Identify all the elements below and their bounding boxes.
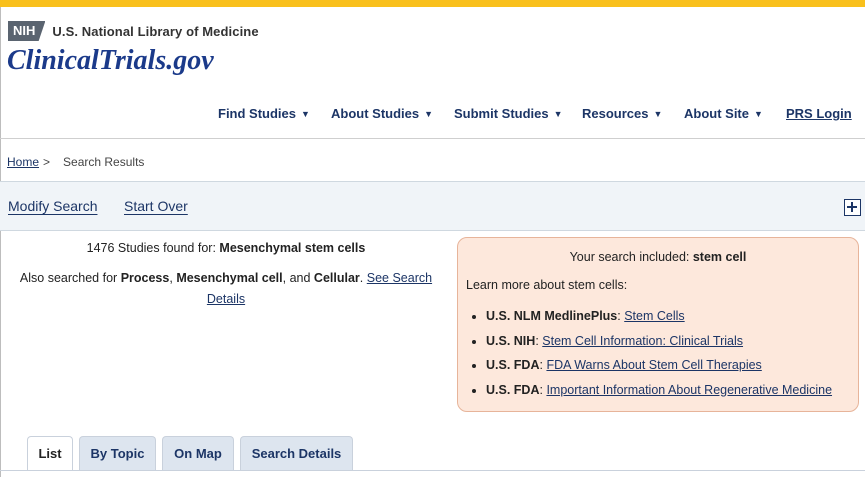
nav-label: Resources (582, 106, 649, 121)
nih-badge: NIH (8, 21, 46, 41)
search-query: Mesenchymal stem cells (219, 241, 366, 255)
list-item: U.S. NIH: Stem Cell Information: Clinica… (486, 333, 832, 350)
results-summary: 1476 Studies found for: Mesenchymal stem… (8, 238, 444, 310)
fda-regenerative-medicine-link[interactable]: Important Information About Regenerative… (546, 383, 832, 397)
also-term-process: Process (120, 271, 170, 285)
nav-find-studies[interactable]: Find Studies ▼ (218, 106, 310, 121)
resource-source: U.S. NIH (486, 333, 536, 348)
resource-list: U.S. NLM MedlinePlus: Stem Cells U.S. NI… (470, 308, 832, 406)
search-action-bar: Modify Search Start Over (0, 181, 865, 231)
also-term-mesenchymal-cell: Mesenchymal cell (176, 271, 283, 285)
learn-more-text: Learn more about stem cells: (466, 278, 628, 292)
caret-down-icon: ▼ (424, 109, 434, 119)
caret-down-icon: ▼ (653, 109, 663, 119)
library-name: U.S. National Library of Medicine (52, 23, 259, 39)
nav-label: About Site (684, 106, 749, 121)
list-item: U.S. FDA: Important Information About Re… (486, 382, 832, 399)
nih-stem-cell-info-link[interactable]: Stem Cell Information: Clinical Trials (542, 334, 743, 348)
nav-resources[interactable]: Resources ▼ (582, 106, 662, 121)
nav-submit-studies[interactable]: Submit Studies ▼ (454, 106, 563, 121)
studies-found-line: 1476 Studies found for: Mesenchymal stem… (8, 238, 444, 259)
caret-down-icon: ▼ (553, 109, 563, 119)
also-searched-line: Also searched for Process, Mesenchymal c… (8, 268, 444, 310)
resource-source: U.S. FDA (486, 358, 540, 372)
caret-down-icon: ▼ (754, 109, 763, 119)
nav-label: About Studies (331, 106, 420, 121)
tabs-baseline (0, 470, 865, 471)
tab-by-topic[interactable]: By Topic (79, 436, 156, 471)
nav-label: Submit Studies (454, 106, 549, 121)
nav-label: Find Studies (218, 106, 296, 121)
list-item: U.S. FDA: FDA Warns About Stem Cell Ther… (486, 357, 832, 374)
included-prefix: Your search included: (569, 250, 690, 264)
breadcrumb: Home > Search Results (7, 155, 144, 169)
start-over-link[interactable]: Start Over (124, 198, 188, 214)
medlineplus-stem-cells-link[interactable]: Stem Cells (624, 309, 684, 323)
top-accent-bar (0, 0, 865, 7)
included-term: stem cell (692, 250, 747, 264)
search-included-line: Your search included: stem cell (458, 250, 858, 264)
period-text: . (359, 271, 364, 285)
list-item: U.S. NLM MedlinePlus: Stem Cells (486, 308, 832, 325)
modify-search-link[interactable]: Modify Search (8, 198, 97, 214)
nav-about-studies[interactable]: About Studies ▼ (331, 106, 433, 121)
plus-square-icon[interactable] (844, 199, 861, 216)
nav-about-site[interactable]: About Site ▼ (684, 106, 763, 121)
nih-logo[interactable]: NIH U.S. National Library of Medicine (8, 21, 259, 41)
and-text: , and (282, 271, 311, 285)
main-nav: Find Studies ▼ About Studies ▼ Submit Stud… (0, 106, 865, 128)
tab-list[interactable]: List (27, 436, 73, 471)
also-term-cellular: Cellular (313, 271, 360, 285)
header-divider (0, 138, 865, 139)
prs-login-link[interactable]: PRS Login (786, 106, 852, 121)
left-border (0, 7, 1, 477)
resource-source: U.S. FDA (486, 382, 540, 397)
tab-search-details[interactable]: Search Details (240, 436, 353, 471)
site-title[interactable]: ClinicalTrials.gov (7, 45, 214, 77)
caret-down-icon: ▼ (301, 109, 310, 119)
breadcrumb-separator: > (43, 155, 51, 169)
breadcrumb-home-link[interactable]: Home (7, 155, 39, 169)
tab-on-map[interactable]: On Map (162, 436, 234, 471)
also-prefix: Also searched for (19, 271, 118, 285)
comma-text: , (169, 271, 173, 285)
breadcrumb-current: Search Results (63, 155, 145, 169)
stem-cell-info-box: Your search included: stem cell Learn mo… (457, 237, 859, 412)
fda-warns-link[interactable]: FDA Warns About Stem Cell Therapies (546, 358, 761, 372)
resource-source: U.S. NLM MedlinePlus (486, 309, 618, 323)
studies-count: 1476 Studies found for: (86, 241, 216, 255)
